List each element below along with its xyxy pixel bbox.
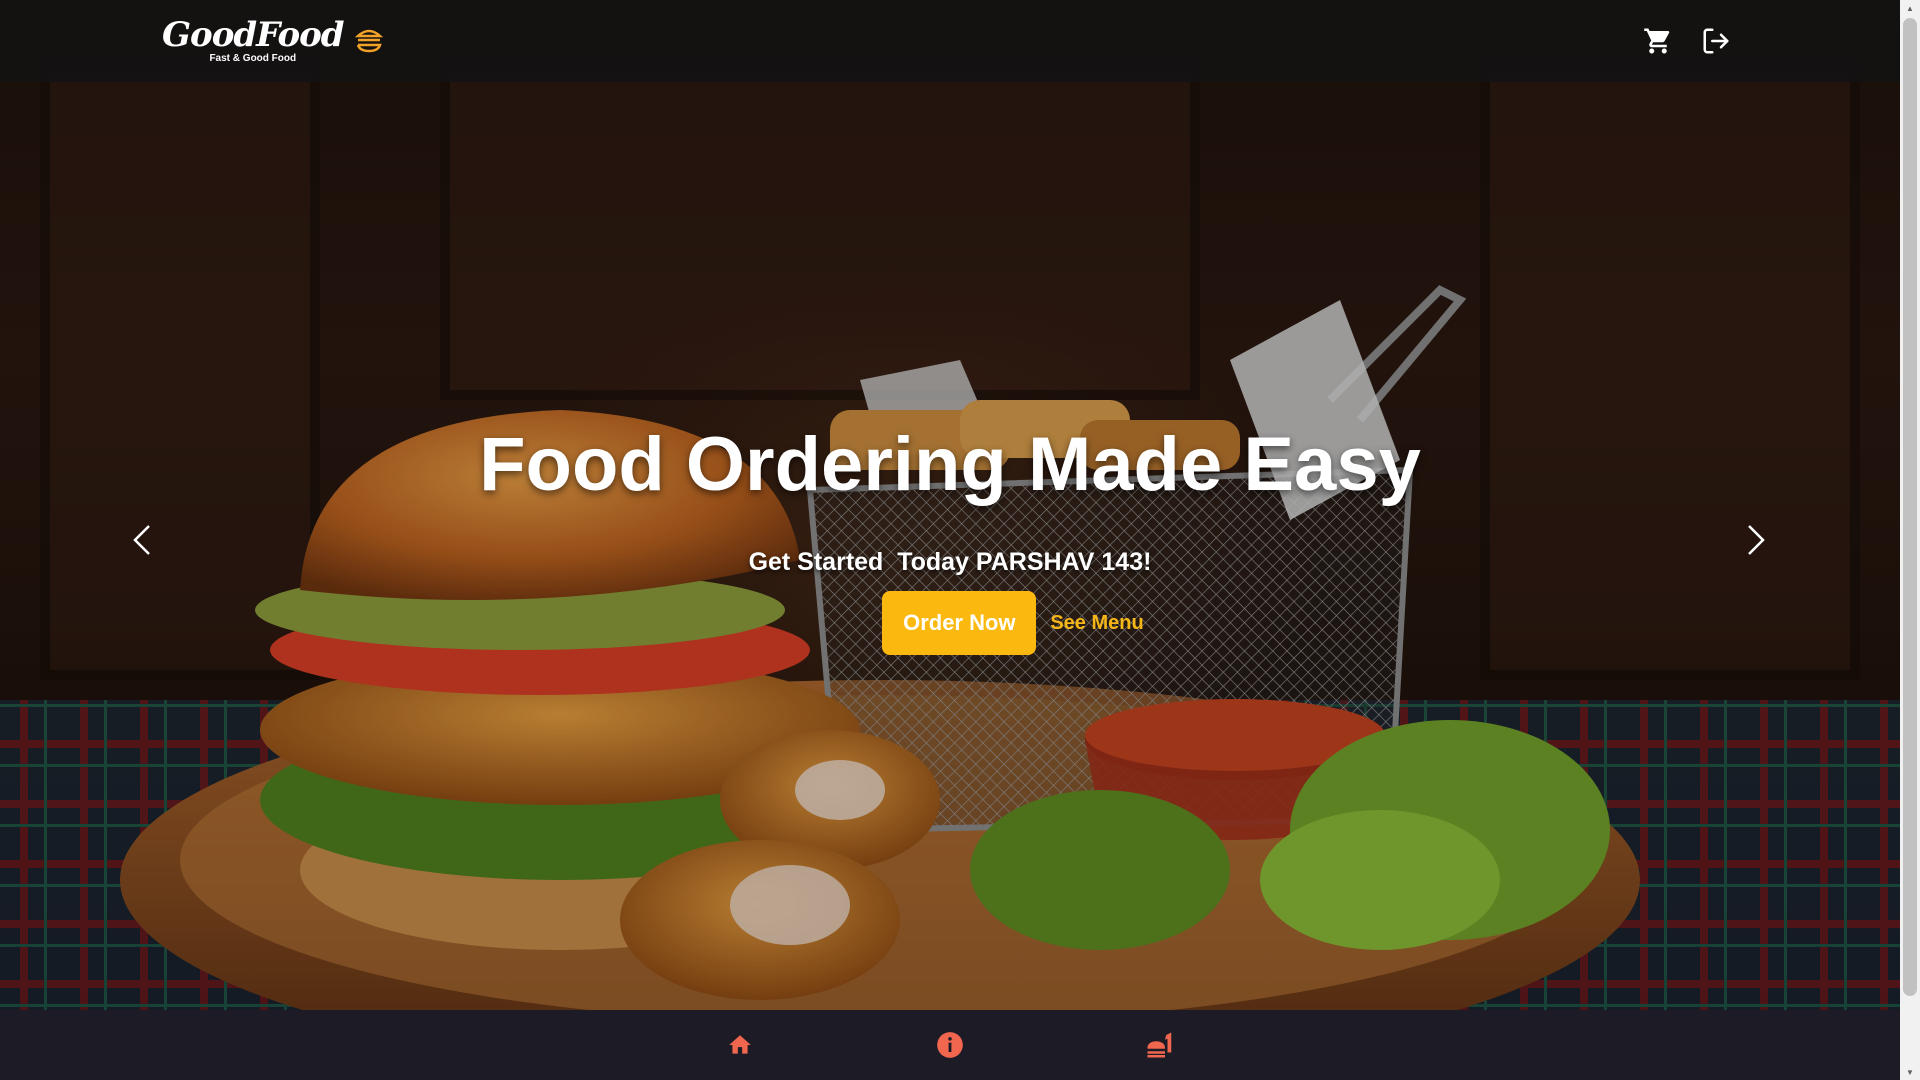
order-now-button[interactable]: Order Now	[882, 591, 1037, 655]
food-menu-icon	[1147, 1032, 1172, 1058]
home-icon	[729, 1035, 751, 1054]
brand-name: GoodFood	[162, 15, 345, 55]
cart-icon[interactable]	[1642, 25, 1674, 57]
header-actions	[1642, 25, 1732, 57]
scroll-thumb[interactable]	[1903, 18, 1917, 996]
top-navbar: GoodFood Fast & Good Food	[0, 0, 1900, 82]
scroll-up-arrow[interactable]: ▲	[1900, 0, 1920, 16]
logout-icon[interactable]	[1700, 25, 1732, 57]
nav-menu[interactable]	[1143, 1028, 1177, 1062]
hero-subtitle: Get Started Today PARSHAV 143!	[748, 548, 1152, 576]
brand-tagline: Fast & Good Food	[209, 53, 297, 64]
hero-content: Food Ordering Made Easy Get Started Toda…	[0, 420, 1900, 655]
see-menu-link[interactable]: See Menu	[1050, 612, 1143, 635]
page-scrollbar[interactable]: ▲ ▼	[1900, 0, 1920, 1080]
info-icon	[937, 1032, 963, 1058]
hero-cta-row: Order Now See Menu	[0, 591, 1900, 655]
nav-home[interactable]	[723, 1028, 757, 1062]
brand-logo[interactable]: GoodFood Fast & Good Food	[162, 18, 384, 64]
nav-info[interactable]	[933, 1028, 967, 1062]
hero-title: Food Ordering Made Easy	[479, 422, 1421, 507]
brand-wordmark: GoodFood Fast & Good Food	[162, 15, 345, 64]
scroll-down-arrow[interactable]: ▼	[1900, 1064, 1920, 1080]
bottom-nav	[0, 1010, 1900, 1080]
burger-lines-icon	[354, 24, 384, 59]
